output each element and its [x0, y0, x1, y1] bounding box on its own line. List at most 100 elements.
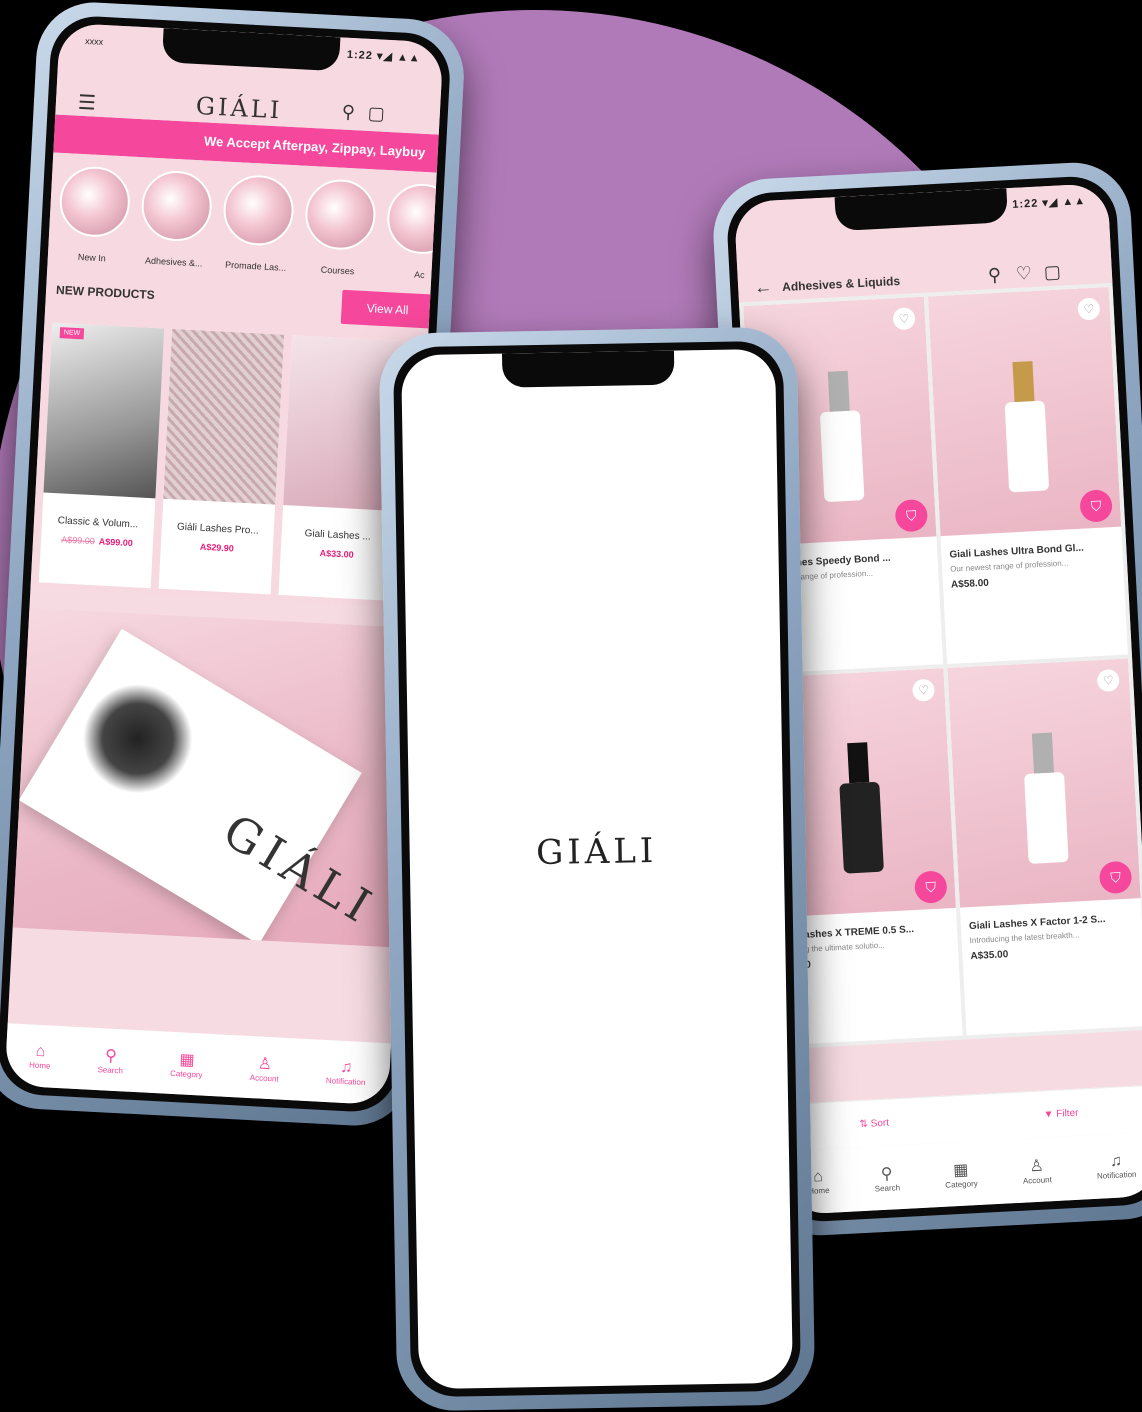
filter-label: Filter	[1055, 1107, 1079, 1120]
category-strip: New In Adhesives &... Promade Las... Cou…	[47, 152, 444, 287]
bell-icon: ♫	[1109, 1151, 1123, 1170]
category-adhesives[interactable]: Adhesives &...	[138, 169, 215, 269]
bag-icon[interactable]: ▢	[367, 103, 385, 125]
product-price: A$29.90	[199, 541, 235, 554]
phone-splash: GIÁLI	[378, 326, 816, 1412]
section-title: NEW PRODUCTS	[55, 282, 156, 302]
category-accessories[interactable]: Ac	[383, 182, 444, 282]
category-image	[139, 169, 214, 243]
product-card[interactable]: NEW Classic & Volum... A$99.00 A$99.00	[38, 322, 165, 589]
heart-icon[interactable]: ♡	[1096, 668, 1120, 693]
brand-logo: GIÁLI	[195, 91, 283, 125]
category-new-in[interactable]: New In	[56, 164, 133, 265]
product-image: ♡ ⛉	[947, 658, 1141, 908]
product-image	[43, 322, 165, 499]
tab-notification[interactable]: ♫ Notification	[325, 1058, 367, 1087]
category-label: Promade Las...	[224, 259, 287, 273]
sort-icon: ⇅	[859, 1118, 871, 1130]
add-to-cart-button[interactable]: ⛉	[914, 870, 948, 904]
grid-icon: ▦	[179, 1050, 196, 1069]
product-card[interactable]: ♡ ⛉ Giali Lashes X Factor 1-2 S... Introd…	[947, 658, 1142, 1036]
category-promade[interactable]: Promade Las...	[219, 173, 296, 273]
category-image	[385, 182, 444, 256]
search-icon: ⚲	[104, 1046, 118, 1065]
old-price: A$99.00	[61, 534, 96, 547]
bottle	[1023, 772, 1069, 864]
product-price: A$99.00 A$99.00	[41, 533, 153, 549]
bag-icon[interactable]: ▢	[1043, 261, 1061, 283]
filter-icon: ▼	[1043, 1108, 1057, 1121]
tab-search[interactable]: ⚲ Search	[873, 1163, 901, 1193]
search-icon[interactable]: ⚲	[341, 102, 355, 124]
bottom-tab-bar: ⌂ Home ⚲ Search ▦ Category ♙ Account ♫ Notifi…	[4, 1023, 392, 1106]
user-icon: ♙	[257, 1054, 273, 1073]
bottle	[838, 781, 884, 874]
tab-notification[interactable]: ♫ Notification	[1096, 1151, 1137, 1180]
filter-button[interactable]: ▼ Filter	[1043, 1107, 1078, 1120]
search-icon[interactable]: ⚲	[987, 265, 1001, 287]
category-label: New In	[77, 251, 107, 264]
add-to-cart-button[interactable]: ⛉	[1079, 489, 1113, 523]
product-card[interactable]: ♡ ⛉ Giali Lashes Ultra Bond Gl... Our new…	[927, 286, 1128, 664]
category-image	[57, 164, 132, 239]
product-price: $9.00	[785, 952, 950, 972]
menu-icon[interactable]: ☰	[77, 90, 96, 116]
product-name: Classic & Volum...	[57, 515, 139, 531]
product-price: A$35.00	[970, 949, 1009, 963]
add-to-cart-button[interactable]: ⛉	[894, 498, 929, 533]
tab-label: Search	[874, 1182, 901, 1193]
page-title: Adhesives & Liquids	[781, 273, 901, 295]
splash-logo: GIÁLI	[535, 830, 658, 874]
tab-label: Notification	[1096, 1169, 1137, 1181]
tab-category[interactable]: ▦ Category	[170, 1048, 204, 1079]
category-courses[interactable]: Courses	[301, 177, 378, 278]
add-to-cart-button[interactable]: ⛉	[1098, 860, 1133, 895]
product-row: NEW Classic & Volum... A$99.00 A$99.00 Gi…	[30, 316, 429, 609]
tab-label: Home	[28, 1059, 51, 1071]
view-all-button[interactable]: View All	[340, 289, 435, 329]
tab-label: Category	[169, 1068, 203, 1080]
notch	[501, 350, 675, 388]
product-image	[163, 328, 285, 505]
status-left: xxxx	[84, 36, 104, 47]
tab-label: Notification	[325, 1075, 366, 1087]
search-icon: ⚲	[880, 1165, 893, 1183]
bottle	[819, 410, 864, 503]
tab-label: Search	[97, 1064, 124, 1075]
tab-label: Category	[945, 1178, 978, 1190]
grid-icon: ▦	[952, 1161, 969, 1179]
back-arrow-icon[interactable]: ←	[754, 277, 773, 299]
price: A$99.00	[98, 536, 134, 549]
bell-icon: ♫	[339, 1058, 353, 1076]
heart-icon[interactable]: ♡	[1015, 263, 1032, 285]
tab-account[interactable]: ♙ Account	[1022, 1155, 1052, 1185]
product-image: ♡ ⛉	[927, 286, 1122, 537]
sort-label: Sort	[870, 1117, 890, 1130]
tab-search[interactable]: ⚲ Search	[97, 1045, 124, 1075]
category-image	[303, 177, 378, 252]
bottle	[1004, 400, 1049, 493]
product-price: A$33.00	[319, 547, 354, 560]
new-badge: NEW	[59, 327, 85, 340]
heart-icon[interactable]: ♡	[1077, 297, 1101, 321]
hero-banner[interactable]: GIÁLI	[12, 607, 413, 948]
tab-home[interactable]: ⌂ Home	[29, 1042, 52, 1070]
product-price: A$58.00	[950, 577, 990, 591]
tab-category[interactable]: ▦ Category	[944, 1159, 978, 1190]
product-name: Giáli Lashes Pro...	[176, 521, 259, 537]
category-label: Adhesives &...	[144, 255, 203, 269]
product-card[interactable]: Giáli Lashes Pro... A$29.90	[158, 328, 285, 595]
tab-label: Account	[249, 1072, 279, 1084]
user-icon: ♙	[1029, 1157, 1045, 1175]
home-icon: ⌂	[35, 1042, 46, 1060]
heart-icon[interactable]: ♡	[892, 307, 916, 331]
heart-icon[interactable]: ♡	[911, 678, 936, 702]
category-label: Ac	[413, 269, 425, 281]
home-screen: xxxx 1:22 ▾◢ ▲▲ ☰ GIÁLI ⚲ ▢ We Accept Af…	[4, 22, 444, 1106]
tab-label: Account	[1022, 1174, 1053, 1186]
sort-button[interactable]: ⇅ Sort	[859, 1117, 889, 1130]
category-label: Courses	[320, 264, 355, 277]
tab-account[interactable]: ♙ Account	[250, 1053, 280, 1083]
product-name: Giali Lashes ...	[304, 528, 371, 543]
splash-screen: GIÁLI	[401, 348, 793, 1390]
